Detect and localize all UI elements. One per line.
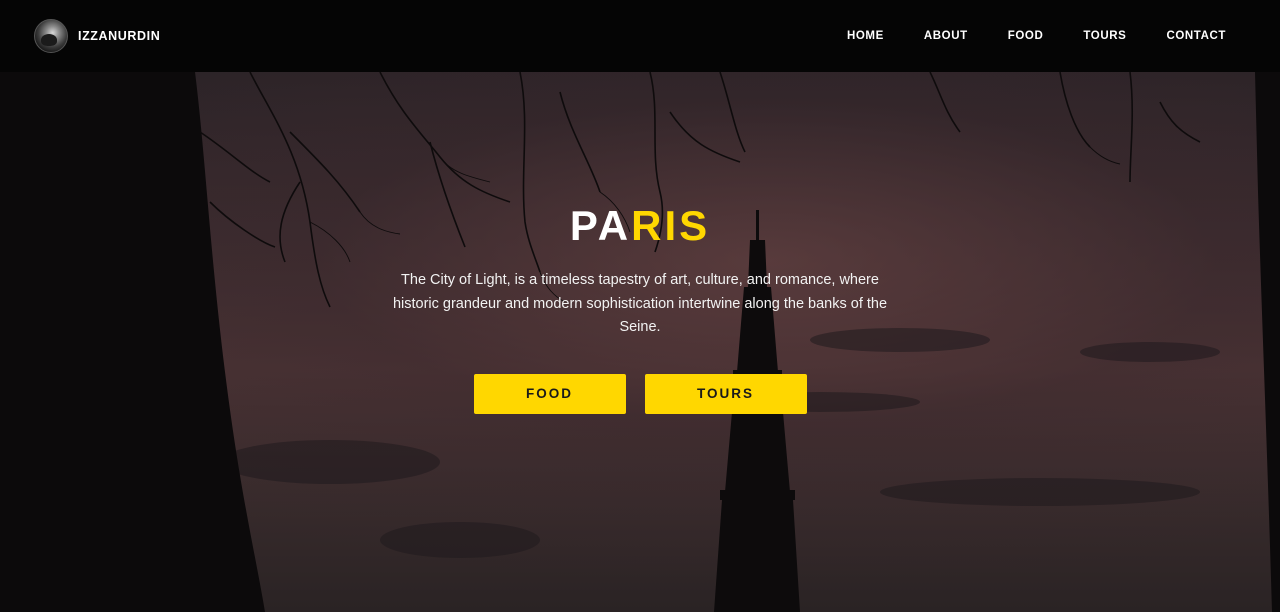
nav-item-contact[interactable]: CONTACT <box>1146 30 1246 42</box>
tours-button[interactable]: TOURS <box>644 373 807 414</box>
brand[interactable]: IZZANURDIN <box>34 19 160 53</box>
page-title: PARIS <box>570 202 710 250</box>
avatar <box>34 19 68 53</box>
nav-item-home[interactable]: HOME <box>827 30 904 42</box>
hero-content: PARIS The City of Light, is a timeless t… <box>0 72 1280 612</box>
nav-item-tours[interactable]: TOURS <box>1063 30 1146 42</box>
nav-item-about[interactable]: ABOUT <box>904 30 988 42</box>
nav-links: HOME ABOUT FOOD TOURS CONTACT <box>827 30 1246 42</box>
hero-description: The City of Light, is a timeless tapestr… <box>392 272 888 335</box>
title-part-white: PA <box>569 202 632 249</box>
hero-buttons: FOOD TOURS <box>473 373 807 414</box>
navbar: IZZANURDIN HOME ABOUT FOOD TOURS CONTACT <box>0 0 1280 72</box>
food-button[interactable]: FOOD <box>473 373 626 414</box>
nav-item-food[interactable]: FOOD <box>988 30 1064 42</box>
hero-section: PARIS The City of Light, is a timeless t… <box>0 72 1280 612</box>
title-part-yellow: RIS <box>631 202 711 249</box>
brand-name: IZZANURDIN <box>78 29 161 43</box>
